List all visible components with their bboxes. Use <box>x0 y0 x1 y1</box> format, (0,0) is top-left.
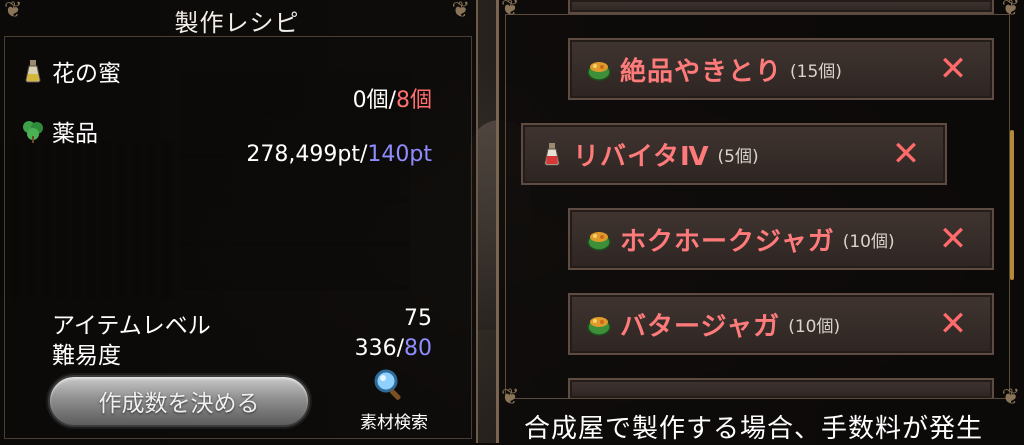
queue-item[interactable]: バタージャガ (10個) ✕ <box>568 293 994 355</box>
material-count: 0個/8個 <box>353 82 432 114</box>
difficulty-max: 80 <box>404 336 432 361</box>
corner-ornament: ❦ <box>501 0 520 21</box>
fee-notice: 合成屋で製作する場合、手数料が発生 <box>524 414 984 444</box>
material-count: 278,499pt/140pt <box>246 142 432 167</box>
queue-item-name: ホクホークジャガ <box>620 226 835 257</box>
herb-icon <box>20 118 46 144</box>
item-level-label: アイテムレベル <box>52 313 211 339</box>
potion-bottle-icon <box>539 141 565 167</box>
material-need: 140pt <box>367 142 432 167</box>
material-search-label: 素材検索 <box>360 413 428 433</box>
queue-item-name: リバイタⅣ <box>573 141 710 172</box>
difficulty-current: 336 <box>354 336 397 361</box>
queue-item-qty: (10個) <box>788 316 841 337</box>
corner-ornament: ❦ <box>1001 385 1020 410</box>
queue-item-partial <box>568 378 994 398</box>
set-quantity-button[interactable]: 作成数を決める <box>48 375 310 427</box>
recipe-panel: ❦ ❦ 製作レシピ 花の蜜 0個/8個 薬品 278,499pt/140pt ア… <box>0 0 478 443</box>
set-quantity-label: 作成数を決める <box>98 391 260 417</box>
queue-item[interactable]: ホクホークジャガ (10個) ✕ <box>568 208 994 270</box>
material-need: 8個 <box>396 88 432 113</box>
queue-item-qty: (15個) <box>790 61 842 82</box>
queue-item-name: バタージャガ <box>620 311 781 342</box>
item-level-value: 75 <box>404 306 432 331</box>
queue-scrollbar[interactable] <box>1010 130 1014 280</box>
material-name: 薬品 <box>52 121 98 147</box>
remove-item-button[interactable]: ✕ <box>887 135 925 173</box>
remove-item-button[interactable]: ✕ <box>934 50 972 88</box>
difficulty-value: 336/80 <box>355 336 432 361</box>
queue-item-partial <box>568 0 994 14</box>
panel-title: 製作レシピ <box>174 9 300 37</box>
difficulty-label: 難易度 <box>52 343 121 369</box>
corner-ornament: ❦ <box>501 385 520 410</box>
material-row[interactable]: 薬品 <box>20 116 98 147</box>
material-have: 278,499pt <box>246 142 360 167</box>
remove-item-button[interactable]: ✕ <box>934 305 972 343</box>
food-pot-icon <box>586 226 612 252</box>
queue-item-qty: (10個) <box>842 231 895 252</box>
food-pot-icon <box>586 56 612 82</box>
count-separator: / <box>388 88 396 113</box>
corner-ornament: ❦ <box>1001 0 1020 21</box>
queue-item[interactable]: リバイタⅣ (5個) ✕ <box>521 123 947 185</box>
potion-bottle-icon <box>20 58 46 84</box>
material-name: 花の蜜 <box>52 61 121 87</box>
queue-item-qty: (5個) <box>717 146 759 167</box>
queue-item-name: 絶品やきとり <box>620 56 783 87</box>
difficulty-separator: / <box>396 336 404 361</box>
material-search-button[interactable]: 素材検索 <box>352 368 436 434</box>
material-row[interactable]: 花の蜜 <box>20 56 121 87</box>
material-have: 0個 <box>352 88 389 113</box>
magnifier-icon <box>372 368 402 400</box>
remove-item-button[interactable]: ✕ <box>934 220 972 258</box>
queue-item[interactable]: 絶品やきとり (15個) ✕ <box>568 38 994 100</box>
food-pot-icon <box>586 311 612 337</box>
